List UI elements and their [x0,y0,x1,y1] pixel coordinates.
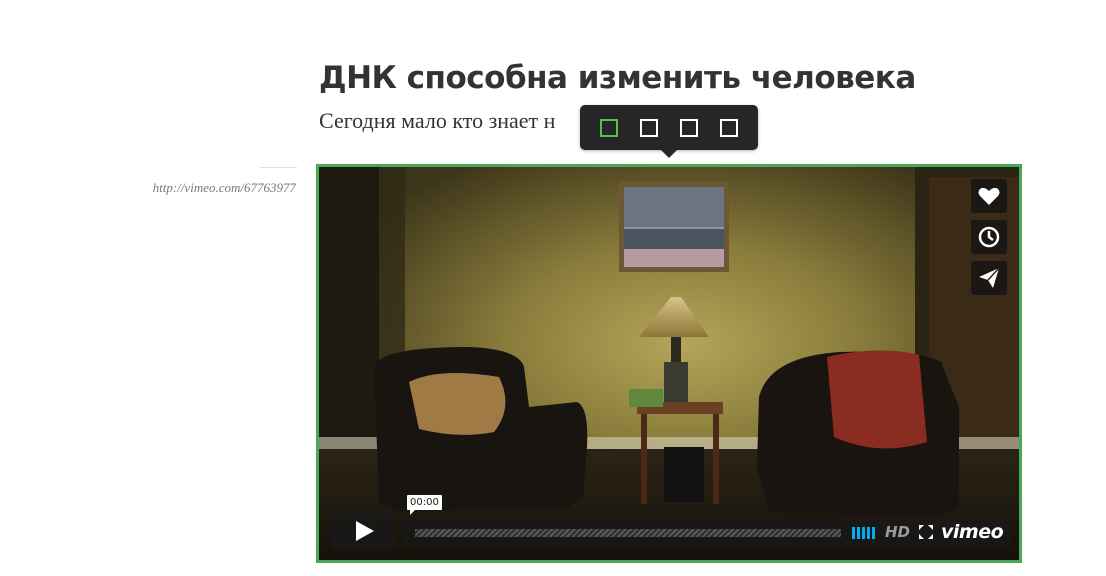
divider [260,167,297,168]
page: ДНК способна изменить человека Сегодня м… [0,0,1106,576]
format-button-1[interactable] [597,116,621,140]
clock-icon [978,226,1000,248]
play-button[interactable] [331,513,395,549]
square-icon [640,119,658,137]
subtitle-text-start: Сегодня мало кто знает н [319,108,556,133]
format-button-3[interactable] [677,116,701,140]
send-icon [979,267,1000,288]
video-player[interactable]: 00:00 HD vimeo [316,164,1022,563]
fullscreen-icon[interactable] [919,525,933,539]
like-button[interactable] [971,179,1007,213]
heart-icon [978,187,1000,205]
format-button-4[interactable] [717,116,741,140]
format-button-2[interactable] [637,116,661,140]
progress-bar[interactable] [415,529,841,537]
square-icon [600,119,618,137]
vimeo-logo[interactable]: vimeo [941,520,1004,544]
square-icon [680,119,698,137]
square-icon [720,119,738,137]
watch-later-button[interactable] [971,220,1007,254]
hd-button[interactable]: HD [885,523,910,541]
play-icon [356,521,374,541]
share-button[interactable] [971,261,1007,295]
page-title: ДНК способна изменить человека [319,60,916,96]
volume-control[interactable] [852,527,876,539]
format-toolbar [580,105,758,158]
player-controls: 00:00 HD vimeo [328,495,1011,551]
control-bar: HD vimeo [403,517,1011,547]
source-url[interactable]: http://vimeo.com/67763977 [153,180,296,196]
time-tooltip: 00:00 [407,495,442,515]
